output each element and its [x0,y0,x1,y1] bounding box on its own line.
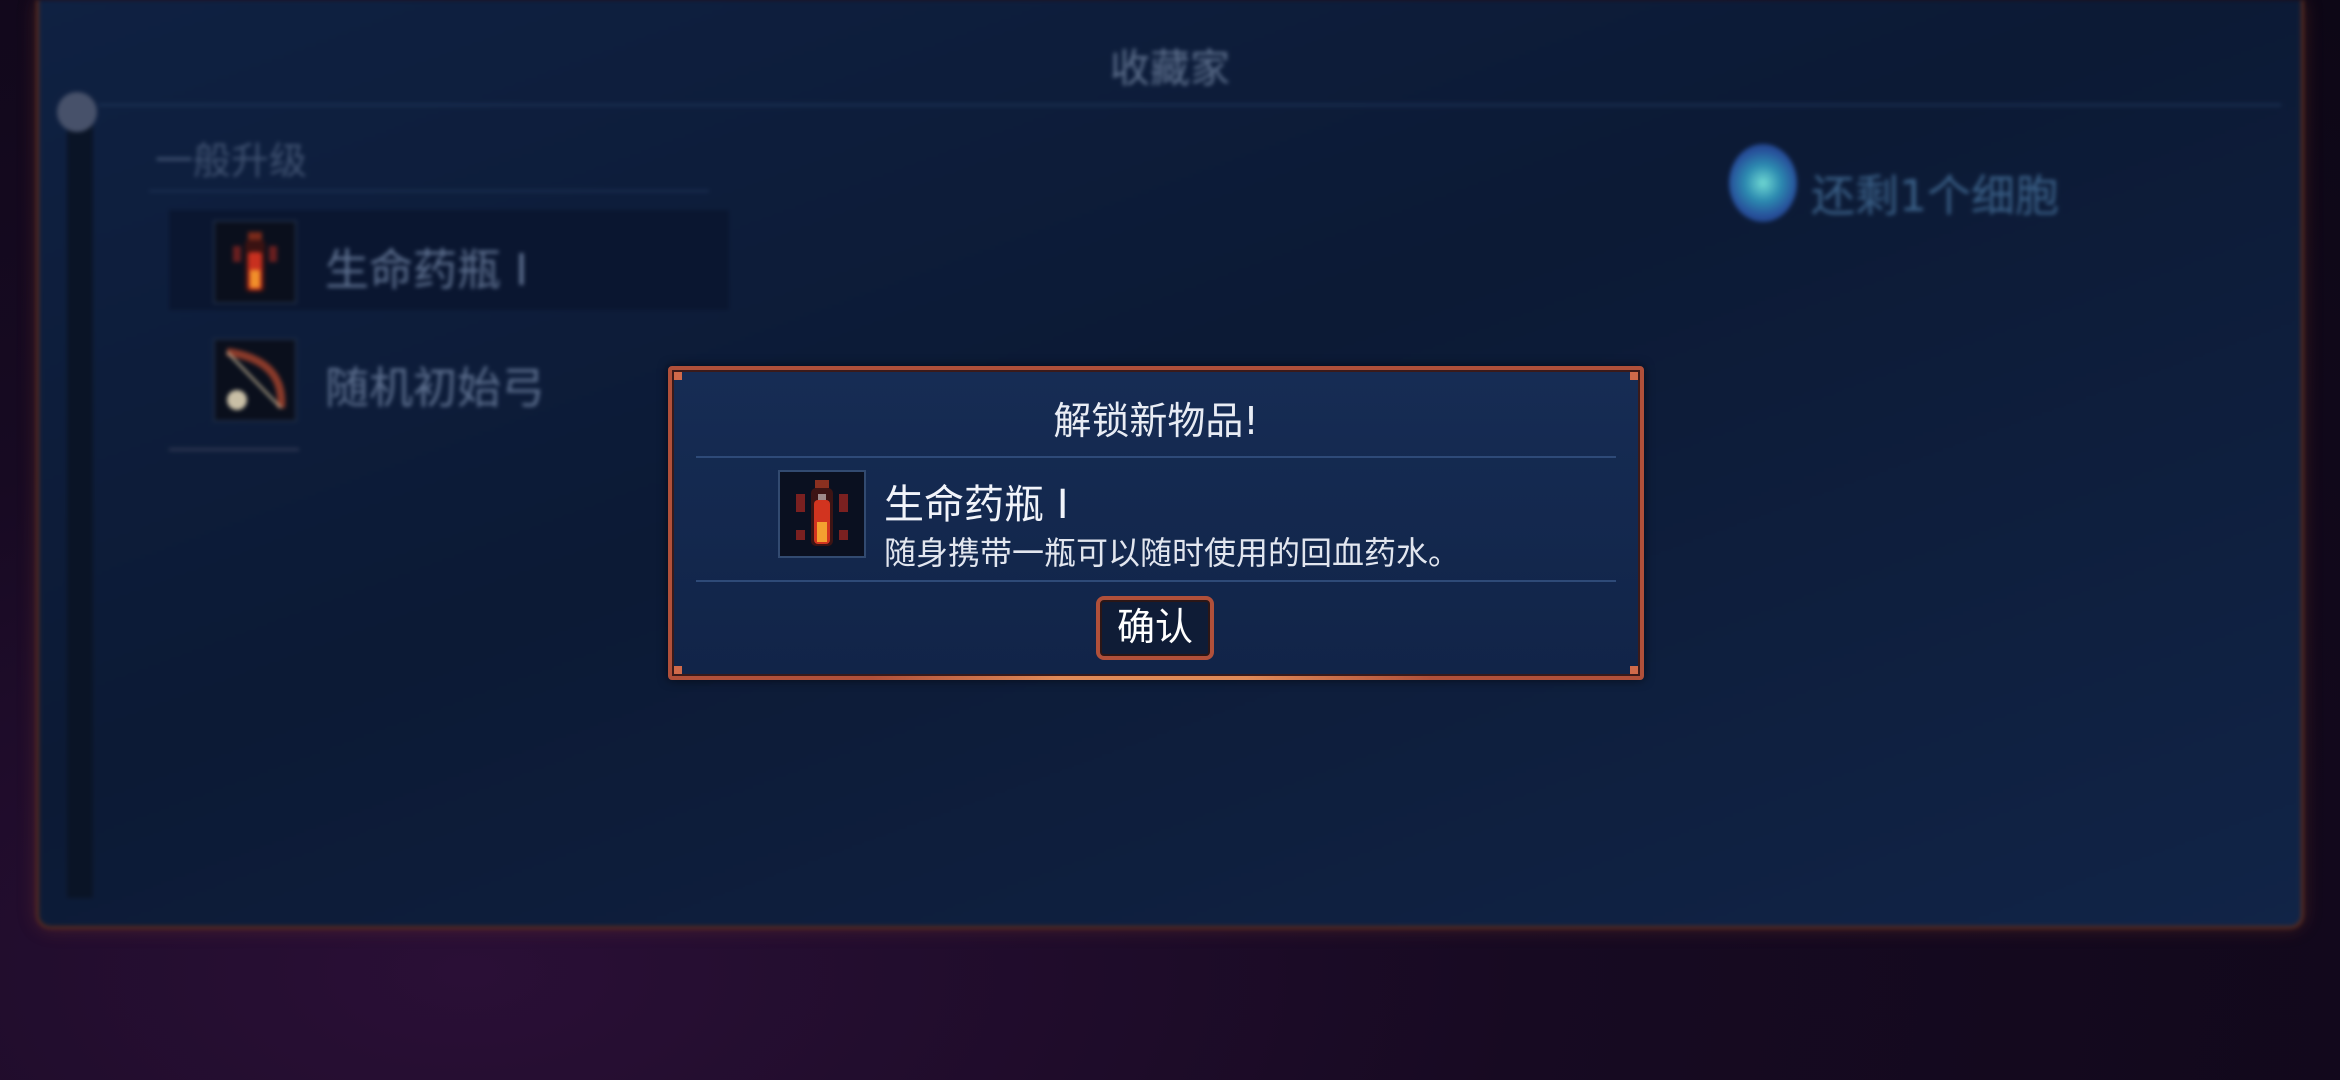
section-divider [149,190,709,192]
list-item-label: 生命药瓶 I [325,245,528,296]
item-description: 随身携带一瓶可以随时使用的回血药水。 [884,534,1461,572]
health-flask-icon [778,470,866,558]
dialog-title: 解锁新物品! [1053,399,1259,443]
scrollbar-track[interactable] [67,98,93,898]
panel-title: 收藏家 [1110,46,1230,92]
dialog-divider-top [696,456,1616,458]
cells-remaining-text: 还剩1个细胞 [1811,171,2059,222]
corner-ornament [674,666,682,674]
confirm-button[interactable]: 确认 [1096,596,1214,660]
cell-icon [1729,144,1797,222]
scrollbar-thumb[interactable] [57,92,97,132]
section-heading: 一般升级 [155,139,308,183]
corner-ornament [1630,372,1638,380]
corner-ornament [1630,666,1638,674]
unlock-dialog: 解锁新物品! 生命药瓶 I 随身携带一瓶可以随时使用的回血药水。 确认 [668,366,1644,680]
title-divider [99,104,2281,106]
list-item-random-bow[interactable]: 随机初始弓 [169,328,729,428]
corner-ornament [674,372,682,380]
bow-icon [213,338,297,422]
list-divider [169,448,299,451]
dialog-bottom-glow [872,676,1432,680]
list-item-health-flask[interactable]: 生命药瓶 I [169,210,729,310]
item-name: 生命药瓶 I [884,482,1069,528]
list-item-label: 随机初始弓 [325,363,545,414]
potion-icon [213,220,297,304]
dialog-divider-bottom [696,580,1616,582]
